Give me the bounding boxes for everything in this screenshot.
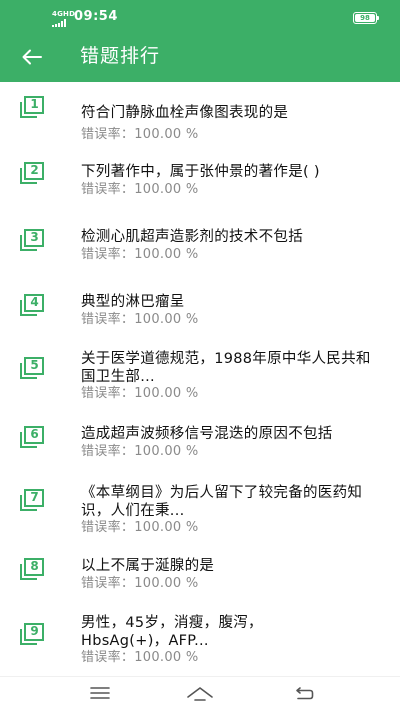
error-rate-label: 错误率： [81, 650, 135, 665]
rank-number: 6 [30, 427, 39, 441]
error-rate-value: 100.00 % [134, 247, 199, 262]
error-rate-label: 错误率： [81, 312, 135, 327]
error-rate-value: 100.00 % [134, 650, 199, 665]
clock: 09:54 [74, 9, 118, 24]
rank-badge: 4 [19, 294, 45, 318]
question-title: 男性，45岁，消瘦，腹泻，HbsAg(+)，AFP... [81, 615, 263, 649]
list-item[interactable]: 6 造成超声波频移信号混迭的原因不包括 错误率：100.00 % [0, 422, 400, 472]
rank-badge: 7 [19, 489, 45, 513]
error-rate: 错误率：100.00 % [81, 650, 199, 666]
home-button[interactable] [186, 685, 214, 705]
list-item[interactable]: 2 下列著作中，属于张仲景的著作是( ) 错误率：100.00 % [0, 158, 400, 208]
error-rate: 错误率：100.00 % [81, 576, 199, 592]
question-title: 典型的淋巴瘤呈 [81, 294, 185, 310]
screen: 4GHD 09:54 98 错题排行 1 符合门静脉血栓声像图表现的是 错误率：… [0, 0, 400, 711]
back-nav-button[interactable] [295, 685, 315, 705]
error-rate-value: 100.00 % [134, 312, 199, 327]
error-rate: 错误率：100.00 % [81, 520, 199, 536]
error-rate-value: 100.00 % [134, 576, 199, 591]
error-rate: 错误率：100.00 % [81, 247, 199, 263]
battery-icon: 98 [353, 12, 377, 24]
app-header: 4GHD 09:54 98 错题排行 [0, 0, 400, 82]
back-nav-icon [296, 687, 314, 700]
rank-badge: 9 [19, 623, 45, 647]
rank-number: 1 [30, 97, 39, 111]
menu-icon [90, 687, 110, 699]
list-item[interactable]: 9 男性，45岁，消瘦，腹泻，HbsAg(+)，AFP... 错误率：100.0… [0, 614, 400, 672]
error-rate: 错误率：100.00 % [81, 386, 199, 402]
error-rate-label: 错误率： [81, 247, 135, 262]
list-item[interactable]: 4 典型的淋巴瘤呈 错误率：100.00 % [0, 290, 400, 340]
error-rate-value: 100.00 % [134, 444, 199, 459]
question-title: 下列著作中，属于张仲景的著作是( ) [81, 164, 320, 180]
rank-badge: 5 [19, 357, 45, 381]
rank-badge: 6 [19, 426, 45, 450]
menu-button[interactable] [90, 685, 110, 704]
list-item[interactable]: 1 符合门静脉血栓声像图表现的是 错误率：100.00 % [0, 92, 400, 142]
list-item[interactable]: 3 检测心肌超声造影剂的技术不包括 错误率：100.00 % [0, 225, 400, 275]
arrow-left-icon [22, 49, 42, 65]
rank-number: 7 [30, 490, 39, 504]
error-rate-label: 错误率： [81, 182, 135, 197]
battery-level: 98 [355, 14, 375, 22]
error-rate-label: 错误率： [81, 520, 135, 535]
network-type: 4GHD [52, 10, 76, 18]
error-rate-value: 100.00 % [134, 386, 199, 401]
error-rate-value: 100.00 % [134, 127, 199, 142]
rank-badge: 3 [19, 229, 45, 253]
rank-badge: 1 [19, 96, 45, 120]
rank-number: 3 [30, 230, 39, 244]
question-title: 以上不属于涎腺的是 [81, 558, 215, 574]
question-title: 符合门静脉血栓声像图表现的是 [81, 105, 289, 121]
question-title: 造成超声波频移信号混迭的原因不包括 [81, 426, 333, 442]
error-rate-label: 错误率： [81, 576, 135, 591]
error-rate-value: 100.00 % [134, 520, 199, 535]
error-rate-label: 错误率： [81, 444, 135, 459]
error-rate-value: 100.00 % [134, 182, 199, 197]
rank-badge: 2 [19, 162, 45, 186]
error-rate: 错误率：100.00 % [81, 127, 199, 143]
rank-badge: 8 [19, 558, 45, 582]
error-rate: 错误率：100.00 % [81, 182, 199, 198]
back-button[interactable] [17, 44, 47, 70]
page-title: 错题排行 [80, 45, 161, 67]
rank-number: 4 [30, 295, 39, 309]
rank-number: 5 [30, 358, 39, 372]
error-rate-label: 错误率： [81, 127, 135, 142]
error-rate: 错误率：100.00 % [81, 444, 199, 460]
question-title: 《本草纲目》为后人留下了较完备的医药知识，人们在秉... [81, 485, 363, 519]
rank-number: 9 [30, 624, 39, 638]
error-rate-label: 错误率： [81, 386, 135, 401]
list-item[interactable]: 5 关于医学道德规范，1988年原中华人民共和国卫生部... 错误率：100.0… [0, 350, 400, 404]
question-title: 检测心肌超声造影剂的技术不包括 [81, 229, 303, 245]
list-item[interactable]: 8 以上不属于涎腺的是 错误率：100.00 % [0, 554, 400, 604]
rank-number: 8 [30, 559, 39, 573]
home-icon [187, 687, 213, 701]
list-item[interactable]: 7 《本草纲目》为后人留下了较完备的医药知识，人们在秉... 错误率：100.0… [0, 482, 400, 536]
system-nav-bar [0, 676, 400, 711]
signal-icon [52, 19, 66, 27]
rank-number: 2 [30, 163, 39, 177]
question-list: 1 符合门静脉血栓声像图表现的是 错误率：100.00 % 2 下列著作中，属于… [0, 82, 400, 676]
status-bar: 4GHD 09:54 98 [0, 0, 400, 34]
question-title: 关于医学道德规范，1988年原中华人民共和国卫生部... [81, 351, 371, 385]
battery-tip [377, 16, 379, 20]
error-rate: 错误率：100.00 % [81, 312, 199, 328]
